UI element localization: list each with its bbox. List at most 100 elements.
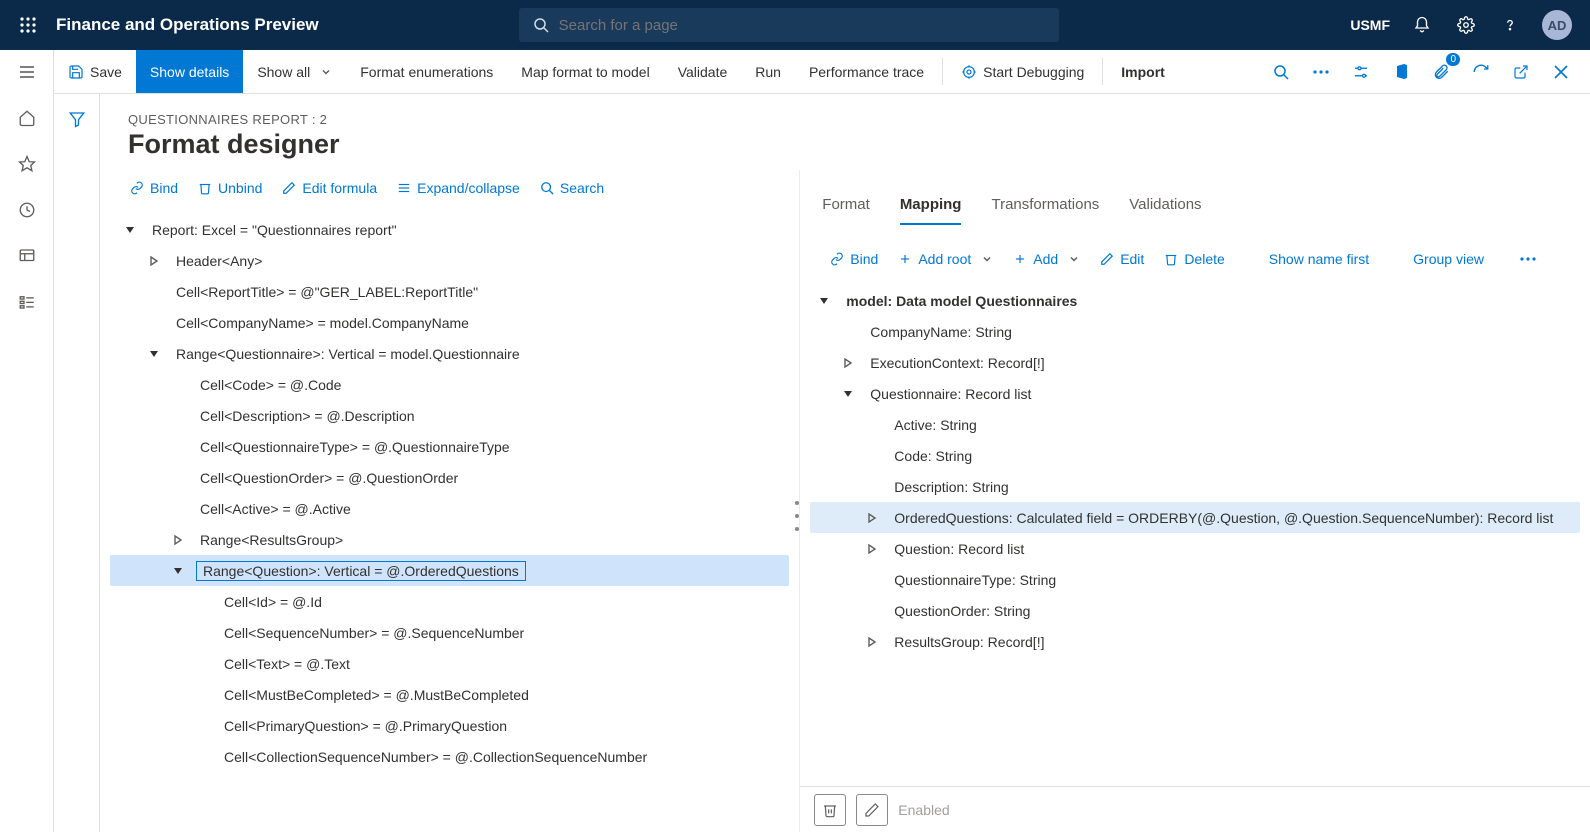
tree-row[interactable]: Cell<PrimaryQuestion> = @.PrimaryQuestio…	[110, 710, 789, 741]
collapse-icon[interactable]	[816, 293, 832, 309]
edit-button[interactable]: Edit	[1092, 247, 1152, 271]
expand-icon[interactable]	[864, 634, 880, 650]
expand-icon[interactable]	[864, 510, 880, 526]
favorites-icon[interactable]	[15, 152, 39, 176]
office-icon[interactable]	[1384, 55, 1418, 89]
tab-mapping[interactable]: Mapping	[900, 192, 962, 225]
tree-row[interactable]: OrderedQuestions: Calculated field = ORD…	[810, 502, 1580, 533]
edit-formula-button[interactable]: Edit formula	[274, 176, 385, 200]
collapse-icon[interactable]	[146, 346, 162, 362]
expand-icon[interactable]	[170, 532, 186, 548]
import-button[interactable]: Import	[1107, 50, 1179, 93]
settings-icon[interactable]	[1454, 13, 1478, 37]
top-navbar: Finance and Operations Preview USMF AD	[0, 0, 1590, 50]
collapse-icon[interactable]	[170, 563, 186, 579]
tree-row[interactable]: Cell<Active> = @.Active	[110, 493, 789, 524]
tree-row[interactable]: Range<Questionnaire>: Vertical = model.Q…	[110, 338, 789, 369]
show-details-button[interactable]: Show details	[136, 50, 243, 93]
tree-row[interactable]: ResultsGroup: Record[!]	[810, 626, 1580, 657]
bind-button-right[interactable]: Bind	[822, 247, 886, 271]
format-tree[interactable]: Report: Excel = "Questionnaires report"H…	[100, 210, 799, 832]
workspaces-icon[interactable]	[15, 244, 39, 268]
modules-icon[interactable]	[15, 290, 39, 314]
delete-condition-icon[interactable]	[814, 794, 846, 826]
format-tree-pane: Bind Unbind Edit formula Expand/collapse…	[100, 170, 800, 832]
app-launcher-icon[interactable]	[8, 5, 48, 45]
tree-row[interactable]: Active: String	[810, 409, 1580, 440]
tree-row[interactable]: Question: Record list	[810, 533, 1580, 564]
search-action-icon[interactable]	[1264, 55, 1298, 89]
tree-row[interactable]: Cell<Description> = @.Description	[110, 400, 789, 431]
tree-row[interactable]: Cell<Code> = @.Code	[110, 369, 789, 400]
tree-row[interactable]: Range<Question>: Vertical = @.OrderedQue…	[110, 555, 789, 586]
popout-icon[interactable]	[1504, 55, 1538, 89]
expand-icon[interactable]	[146, 253, 162, 269]
tree-row[interactable]: Cell<CollectionSequenceNumber> = @.Colle…	[110, 741, 789, 772]
attachments-icon[interactable]: 0	[1424, 55, 1458, 89]
tab-transformations[interactable]: Transformations	[991, 192, 1099, 225]
home-icon[interactable]	[15, 106, 39, 130]
tree-row[interactable]: Report: Excel = "Questionnaires report"	[110, 214, 789, 245]
more-right-icon[interactable]	[1512, 253, 1544, 265]
tree-row[interactable]: Range<ResultsGroup>	[110, 524, 789, 555]
recent-icon[interactable]	[15, 198, 39, 222]
global-search[interactable]	[519, 8, 1059, 42]
help-icon[interactable]	[1498, 13, 1522, 37]
collapse-icon[interactable]	[122, 222, 138, 238]
more-actions-icon[interactable]	[1304, 55, 1338, 89]
collapse-icon[interactable]	[840, 386, 856, 402]
action-bar: Save Show details Show all Format enumer…	[0, 50, 1590, 94]
tree-row[interactable]: model: Data model Questionnaires	[810, 285, 1580, 316]
tree-row[interactable]: Cell<Text> = @.Text	[110, 648, 789, 679]
tree-row[interactable]: Cell<Id> = @.Id	[110, 586, 789, 617]
tree-row[interactable]: QuestionnaireType: String	[810, 564, 1580, 595]
tree-row[interactable]: Code: String	[810, 440, 1580, 471]
group-view-button[interactable]: Group view	[1405, 247, 1492, 271]
run-button[interactable]: Run	[741, 50, 795, 93]
company-selector[interactable]: USMF	[1350, 17, 1390, 33]
tab-validations[interactable]: Validations	[1129, 192, 1201, 225]
unbind-button[interactable]: Unbind	[190, 176, 270, 200]
format-enumerations-button[interactable]: Format enumerations	[346, 50, 507, 93]
tree-row[interactable]: Cell<SequenceNumber> = @.SequenceNumber	[110, 617, 789, 648]
start-debugging-button[interactable]: Start Debugging	[947, 50, 1098, 93]
options-icon[interactable]	[1344, 55, 1378, 89]
tree-row[interactable]: Cell<CompanyName> = model.CompanyName	[110, 307, 789, 338]
tree-row[interactable]: CompanyName: String	[810, 316, 1580, 347]
refresh-icon[interactable]	[1464, 55, 1498, 89]
tree-row[interactable]: Cell<QuestionOrder> = @.QuestionOrder	[110, 462, 789, 493]
tree-row[interactable]: Cell<MustBeCompleted> = @.MustBeComplete…	[110, 679, 789, 710]
tree-row[interactable]: Header<Any>	[110, 245, 789, 276]
tree-row[interactable]: ExecutionContext: Record[!]	[810, 347, 1580, 378]
expand-icon[interactable]	[840, 355, 856, 371]
delete-button[interactable]: Delete	[1156, 247, 1232, 271]
tree-row[interactable]: Cell<QuestionnaireType> = @.Questionnair…	[110, 431, 789, 462]
map-format-button[interactable]: Map format to model	[507, 50, 663, 93]
add-button[interactable]: Add	[1005, 247, 1088, 271]
tree-row[interactable]: QuestionOrder: String	[810, 595, 1580, 626]
tree-row[interactable]: Cell<ReportTitle> = @"GER_LABEL:ReportTi…	[110, 276, 789, 307]
splitter-handle[interactable]	[795, 501, 799, 531]
expand-icon[interactable]	[864, 541, 880, 557]
global-search-input[interactable]	[559, 17, 1045, 34]
mapping-tree[interactable]: model: Data model QuestionnairesCompanyN…	[800, 281, 1590, 786]
save-button[interactable]: Save	[54, 50, 136, 93]
show-all-button[interactable]: Show all	[243, 50, 346, 93]
tab-format[interactable]: Format	[822, 192, 870, 225]
user-avatar[interactable]: AD	[1542, 10, 1572, 40]
filter-icon[interactable]	[68, 110, 86, 832]
validate-button[interactable]: Validate	[664, 50, 742, 93]
notifications-icon[interactable]	[1410, 13, 1434, 37]
performance-trace-button[interactable]: Performance trace	[795, 50, 938, 93]
show-name-first-button[interactable]: Show name first	[1261, 247, 1377, 271]
search-button-left[interactable]: Search	[532, 176, 612, 200]
edit-condition-icon[interactable]	[856, 794, 888, 826]
close-icon[interactable]	[1544, 55, 1578, 89]
tree-row[interactable]: Description: String	[810, 471, 1580, 502]
bind-button-left[interactable]: Bind	[122, 176, 186, 200]
tree-row[interactable]: Questionnaire: Record list	[810, 378, 1580, 409]
add-root-button[interactable]: Add root	[890, 247, 1001, 271]
hamburger-icon[interactable]	[15, 60, 39, 84]
tree-label: Cell<QuestionnaireType> = @.Questionnair…	[196, 437, 514, 457]
expand-collapse-button[interactable]: Expand/collapse	[389, 176, 528, 200]
